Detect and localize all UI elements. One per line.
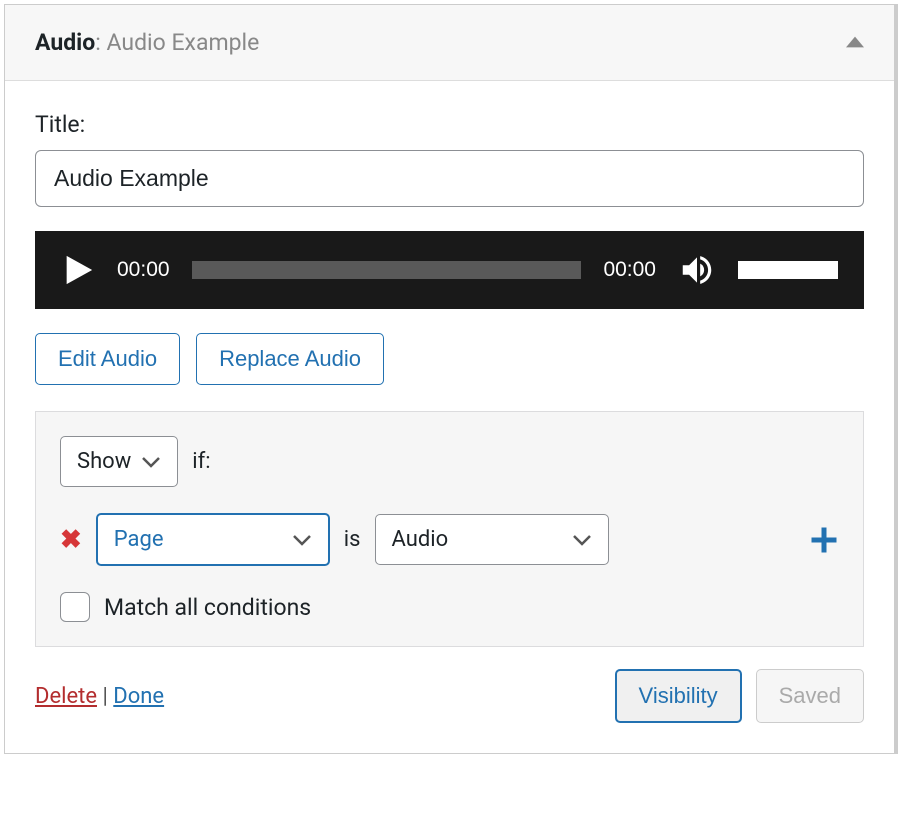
audio-widget-panel: Audio: Audio Example Title: 00:00 00:00 …	[4, 4, 898, 754]
progress-bar[interactable]	[192, 261, 582, 279]
widget-header[interactable]: Audio: Audio Example	[5, 5, 894, 81]
add-condition-icon[interactable]	[809, 525, 839, 555]
replace-audio-button[interactable]: Replace Audio	[196, 333, 384, 385]
time-duration: 00:00	[603, 258, 656, 282]
subject-select-value: Page	[114, 527, 164, 552]
match-all-label: Match all conditions	[104, 594, 311, 621]
widget-body: Title: 00:00 00:00 Edit Audio Replace Au…	[5, 81, 894, 753]
audio-player: 00:00 00:00	[35, 231, 864, 309]
widget-footer: Delete | Done Visibility Saved	[35, 669, 864, 723]
done-link[interactable]: Done	[113, 684, 164, 709]
visibility-button[interactable]: Visibility	[615, 669, 742, 723]
collapse-toggle-icon[interactable]	[846, 33, 864, 52]
subject-select[interactable]: Page	[96, 513, 330, 566]
match-all-row: Match all conditions	[60, 592, 839, 622]
audio-actions: Edit Audio Replace Audio	[35, 333, 864, 385]
volume-slider[interactable]	[738, 261, 838, 279]
widget-title-prefix: Audio	[35, 29, 95, 56]
time-elapsed: 00:00	[117, 258, 170, 282]
value-select-value: Audio	[392, 527, 449, 552]
action-select[interactable]: Show	[60, 436, 178, 487]
title-label: Title:	[35, 111, 864, 138]
value-select[interactable]: Audio	[375, 514, 609, 565]
is-label: is	[344, 527, 361, 552]
condition-action-row: Show if:	[60, 436, 839, 487]
condition-rule-row: ✖ Page is Audio	[60, 513, 839, 566]
visibility-conditions-panel: Show if: ✖ Page is Audio	[35, 411, 864, 647]
title-input[interactable]	[35, 150, 864, 207]
play-icon[interactable]	[61, 253, 95, 287]
action-select-value: Show	[77, 449, 131, 474]
remove-condition-icon[interactable]: ✖	[60, 525, 82, 555]
widget-title-subtitle: : Audio Example	[95, 29, 259, 56]
footer-separator: |	[97, 684, 113, 709]
chevron-down-icon	[141, 455, 161, 469]
chevron-down-icon	[572, 533, 592, 547]
delete-link[interactable]: Delete	[35, 684, 97, 709]
footer-buttons: Visibility Saved	[615, 669, 864, 723]
footer-links: Delete | Done	[35, 684, 164, 709]
saved-button: Saved	[756, 669, 864, 723]
edit-audio-button[interactable]: Edit Audio	[35, 333, 180, 385]
if-label: if:	[192, 449, 210, 474]
volume-icon[interactable]	[678, 251, 716, 289]
chevron-down-icon	[292, 533, 312, 547]
match-all-checkbox[interactable]	[60, 592, 90, 622]
widget-title: Audio: Audio Example	[35, 29, 259, 56]
